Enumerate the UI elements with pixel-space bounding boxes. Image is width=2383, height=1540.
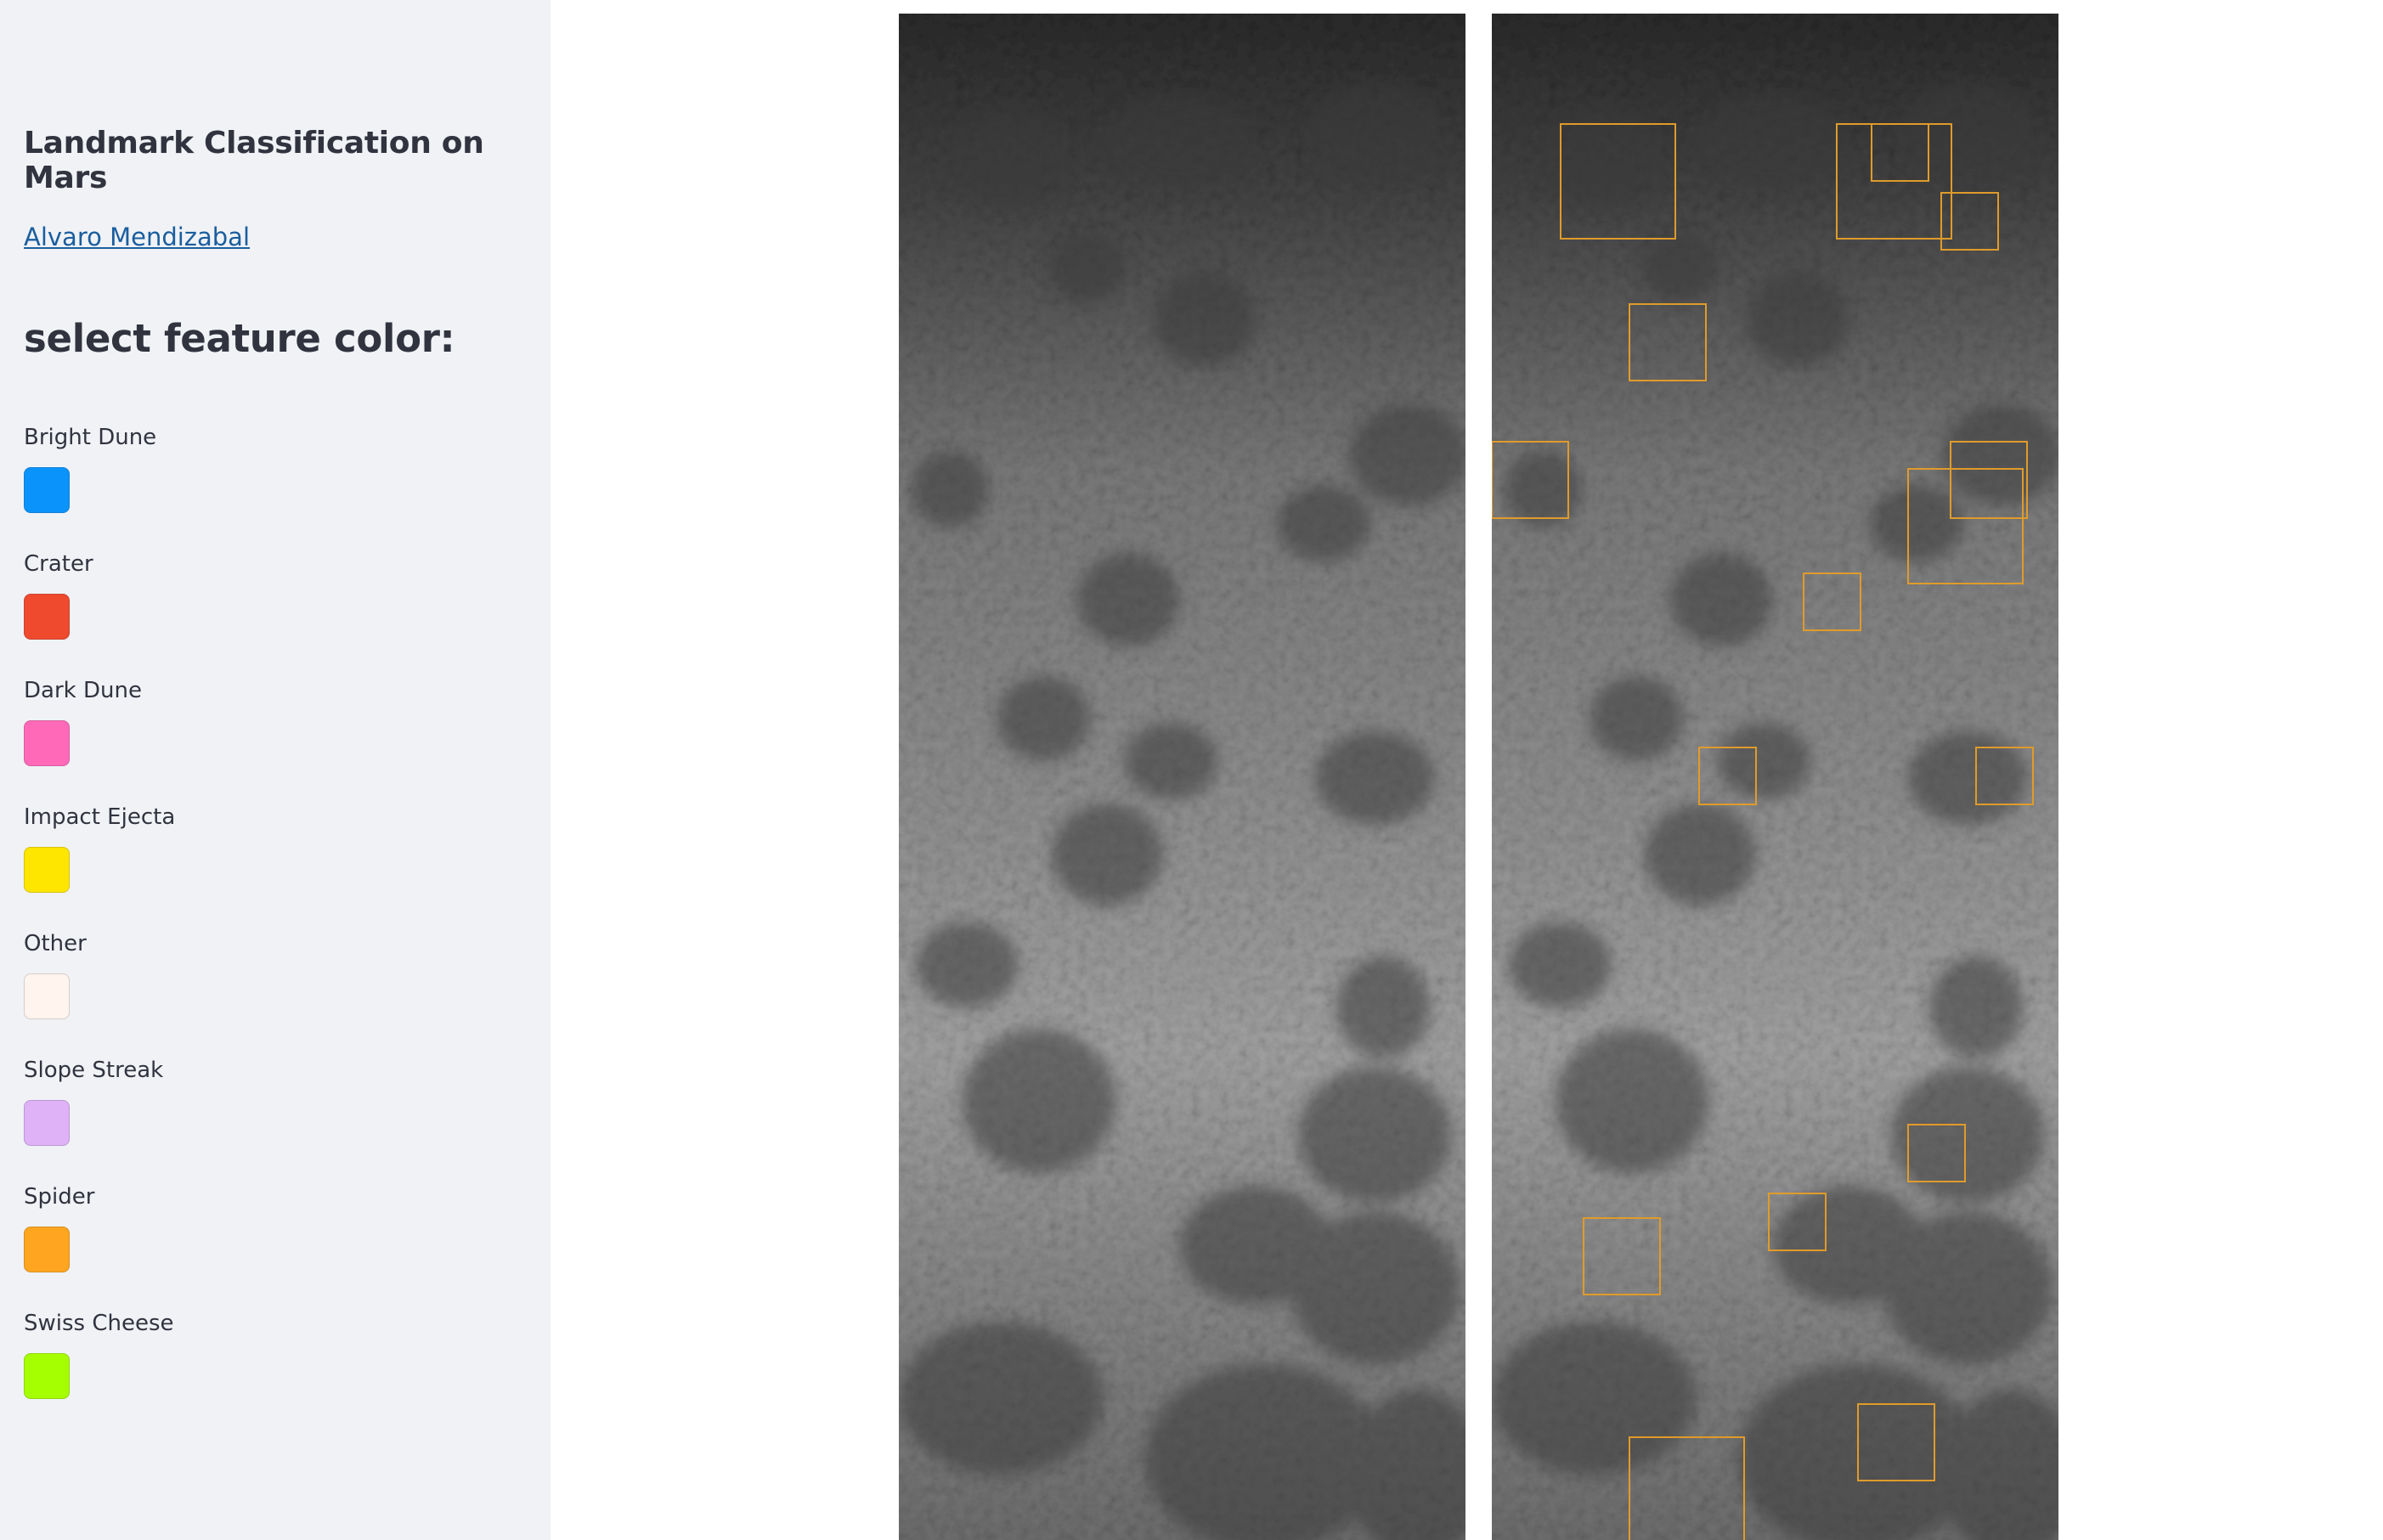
feature-label: Dark Dune	[24, 678, 142, 703]
mars-terrain-annotated	[1492, 14, 2058, 1540]
sidebar: Landmark Classification on Mars Alvaro M…	[0, 0, 551, 1540]
color-picker-slope-streak[interactable]	[24, 1100, 70, 1146]
feature-label: Spider	[24, 1184, 95, 1210]
feature-label: Swiss Cheese	[24, 1311, 174, 1336]
feature-label: Other	[24, 931, 87, 956]
color-picker-swiss-cheese[interactable]	[24, 1353, 70, 1399]
feature-other: Other	[24, 928, 500, 1019]
app-root: Landmark Classification on Mars Alvaro M…	[0, 0, 2383, 1540]
color-picker-crater[interactable]	[24, 594, 70, 640]
feature-color-heading: select feature color:	[24, 316, 455, 361]
feature-slope-streak: Slope Streak	[24, 1055, 500, 1146]
feature-label: Impact Ejecta	[24, 804, 176, 830]
color-picker-impact-ejecta[interactable]	[24, 847, 70, 893]
app-title: Landmark Classification on Mars	[24, 126, 484, 195]
feature-label: Slope Streak	[24, 1058, 164, 1083]
annotated-mars-image	[1492, 14, 2058, 1540]
feature-swiss-cheese: Swiss Cheese	[24, 1308, 500, 1399]
color-picker-spider[interactable]	[24, 1227, 70, 1272]
color-picker-dark-dune[interactable]	[24, 720, 70, 766]
feature-dark-dune: Dark Dune	[24, 675, 500, 766]
feature-spider: Spider	[24, 1182, 500, 1272]
main-content	[551, 0, 2383, 1540]
original-mars-image	[899, 14, 1465, 1540]
feature-impact-ejecta: Impact Ejecta	[24, 802, 500, 893]
mars-terrain-image	[899, 14, 1465, 1540]
feature-label: Crater	[24, 551, 93, 577]
feature-bright-dune: Bright Dune	[24, 422, 500, 513]
color-picker-bright-dune[interactable]	[24, 467, 70, 513]
feature-crater: Crater	[24, 549, 500, 640]
author-link[interactable]: Alvaro Mendizabal	[24, 223, 250, 251]
feature-label: Bright Dune	[24, 425, 157, 450]
color-picker-other[interactable]	[24, 973, 70, 1019]
